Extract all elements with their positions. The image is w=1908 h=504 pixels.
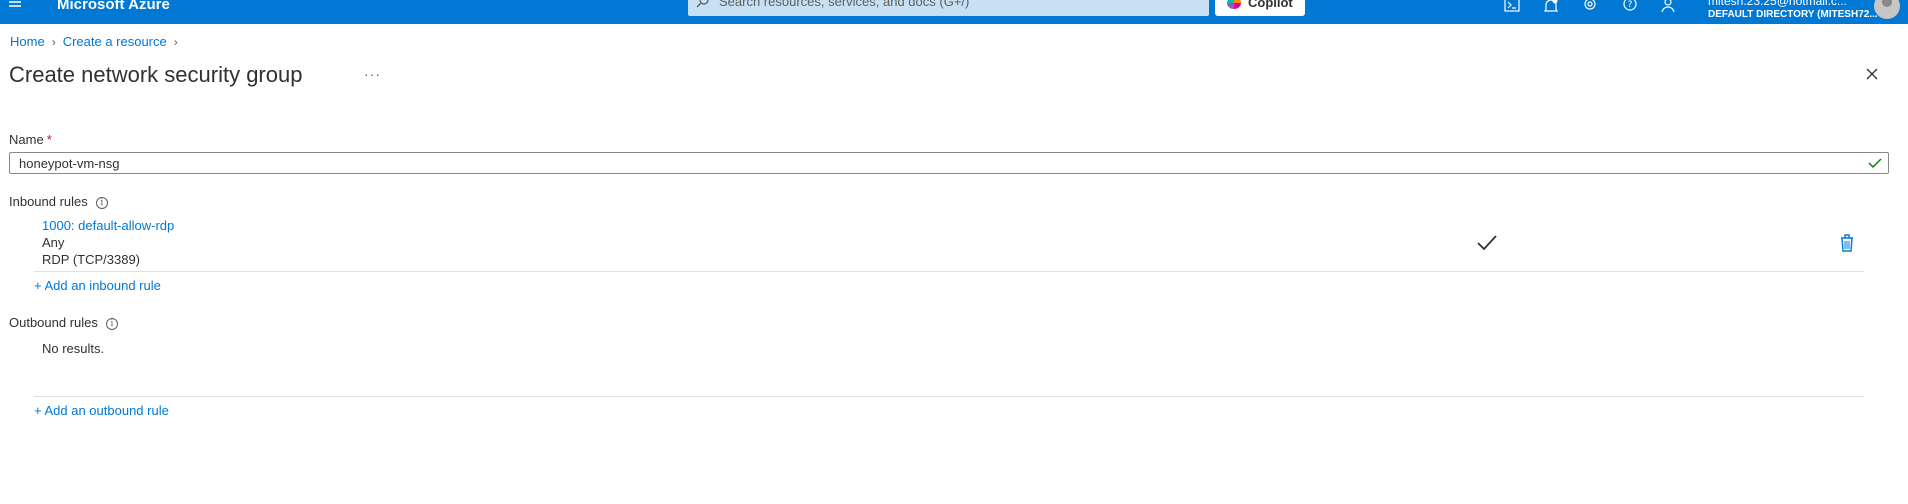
search-placeholder: Search resources, services, and docs (G+… [719,0,970,9]
inbound-rules-text: Inbound rules [9,194,88,209]
avatar[interactable] [1874,0,1900,19]
delete-trash-icon[interactable] [1838,233,1856,253]
copilot-button[interactable]: Copilot [1215,0,1305,16]
info-icon[interactable]: i [95,196,108,209]
checkmark-valid-icon [1868,158,1882,169]
add-inbound-rule-link[interactable]: + Add an inbound rule [34,278,161,293]
breadcrumb: Home › Create a resource › [10,34,185,49]
more-options-button[interactable]: ··· [364,66,381,82]
top-bar: Microsoft Azure Search resources, servic… [0,0,1908,24]
inbound-rule-source: Any [42,235,65,250]
required-marker: * [46,132,52,147]
divider [34,271,1864,272]
outbound-empty-text: No results. [42,341,105,356]
inbound-rules-label: Inbound rules i [9,194,108,209]
inbound-rule-service: RDP (TCP/3389) [42,252,141,267]
name-input-value: honeypot-vm-nsg [19,156,120,171]
copilot-icon [1227,0,1241,9]
svg-text:?: ? [1628,0,1633,10]
name-label-text: Name [9,132,44,147]
chevron-right-icon: › [51,35,56,49]
breadcrumb-home[interactable]: Home [10,34,45,49]
global-search-input[interactable]: Search resources, services, and docs (G+… [688,0,1209,16]
close-icon[interactable] [1864,66,1880,82]
breadcrumb-create-resource[interactable]: Create a resource [63,34,167,49]
copilot-label: Copilot [1248,0,1293,10]
cloud-shell-icon[interactable] [1503,0,1521,16]
name-input[interactable]: honeypot-vm-nsg [9,152,1889,174]
info-icon[interactable]: i [105,317,118,330]
checkmark-icon [1477,235,1497,251]
brand-title[interactable]: Microsoft Azure [57,0,170,13]
divider [34,396,1864,397]
help-icon[interactable]: ? [1621,0,1639,16]
add-outbound-rule-link[interactable]: + Add an outbound rule [34,403,169,418]
outbound-rules-label: Outbound rules i [9,315,118,330]
chevron-right-icon: › [173,35,178,49]
name-label: Name * [9,132,52,147]
feedback-icon[interactable] [1660,0,1678,16]
page-title: Create network security group [9,62,303,87]
inbound-rule-link[interactable]: 1000: default-allow-rdp [42,218,174,233]
menu-icon[interactable] [8,0,28,10]
account-directory[interactable]: DEFAULT DIRECTORY (MITESH72... [1708,9,1878,20]
outbound-rules-text: Outbound rules [9,315,98,330]
account-email[interactable]: mitesh.23.25@hotmail.c... [1708,0,1847,8]
search-icon [696,0,709,8]
settings-gear-icon[interactable] [1581,0,1599,16]
notifications-bell-icon[interactable] [1542,0,1560,16]
